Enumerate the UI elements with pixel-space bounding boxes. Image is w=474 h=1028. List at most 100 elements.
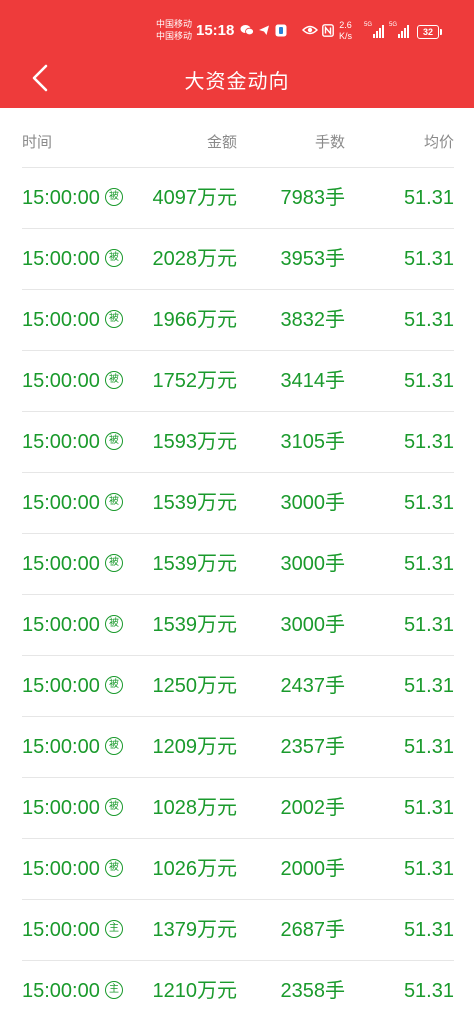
column-header-price: 均价 [423, 133, 454, 151]
table-row[interactable]: 15:00:00 被 1026万元 2000手 51.31 [0, 839, 474, 900]
row-volume: 2437手 [280, 675, 346, 697]
table-row[interactable]: 15:00:00 主 1210万元 2358手 51.31 [0, 961, 474, 1022]
trade-type-badge: 被 [105, 859, 123, 877]
row-price: 51.31 [403, 492, 454, 514]
row-time: 15:00:00 [22, 919, 100, 941]
carrier-2: 中国移动 [156, 32, 193, 42]
row-amount: 1593万元 [152, 431, 238, 453]
table-row[interactable]: 15:00:00 被 1539万元 3000手 51.31 [0, 473, 474, 534]
row-volume: 3000手 [280, 614, 346, 636]
telegram-icon [258, 24, 270, 39]
table-row[interactable]: 15:00:00 被 1539万元 3000手 51.31 [0, 534, 474, 595]
trade-list: 15:00:00 被 4097万元 7983手 51.31 15:00:00 被… [0, 168, 474, 1022]
row-price: 51.31 [403, 919, 454, 941]
trade-type-badge: 被 [105, 310, 123, 328]
trade-type-badge: 被 [105, 493, 123, 511]
row-amount: 1539万元 [152, 553, 238, 575]
table-row[interactable]: 15:00:00 被 1966万元 3832手 51.31 [0, 290, 474, 351]
table-header: 时间 金额 手数 均价 [0, 108, 474, 168]
table-row[interactable]: 15:00:00 被 2028万元 3953手 51.31 [0, 229, 474, 290]
row-time: 15:00:00 [22, 614, 100, 636]
row-time: 15:00:00 [22, 309, 100, 331]
app-header: 大资金动向 [0, 50, 474, 108]
row-price: 51.31 [403, 675, 454, 697]
page-title: 大资金动向 [184, 69, 290, 93]
column-header-amount: 金额 [206, 133, 237, 151]
net-speed-unit: K/s [339, 31, 353, 41]
row-amount: 1250万元 [152, 675, 238, 697]
row-price: 51.31 [403, 553, 454, 575]
row-amount: 1210万元 [152, 980, 238, 1002]
row-time: 15:00:00 [22, 980, 100, 1002]
trade-type-badge: 被 [105, 432, 123, 450]
trade-type-badge: 主 [105, 981, 123, 999]
row-price: 51.31 [403, 858, 454, 880]
row-price: 51.31 [403, 187, 454, 209]
app-icon [275, 24, 287, 40]
row-price: 51.31 [403, 248, 454, 270]
net-speed-value: 2.6 [339, 20, 352, 30]
row-amount: 1966万元 [152, 309, 238, 331]
trade-type-badge: 被 [105, 676, 123, 694]
row-volume: 7983手 [280, 187, 346, 209]
row-amount: 1539万元 [152, 492, 238, 514]
status-time: 15:18 [196, 22, 235, 39]
trade-type-badge: 被 [105, 737, 123, 755]
row-amount: 2028万元 [152, 248, 238, 270]
row-price: 51.31 [403, 431, 454, 453]
row-volume: 2000手 [280, 858, 346, 880]
row-time: 15:00:00 [22, 736, 100, 758]
signal-2-icon: 5G [389, 22, 411, 38]
row-time: 15:00:00 [22, 187, 100, 209]
trade-type-badge: 被 [105, 554, 123, 572]
signal-1-icon: 5G [364, 22, 386, 38]
table-row[interactable]: 15:00:00 被 1752万元 3414手 51.31 [0, 351, 474, 412]
row-time: 15:00:00 [22, 492, 100, 514]
table-row[interactable]: 15:00:00 被 1028万元 2002手 51.31 [0, 778, 474, 839]
table-row[interactable]: 15:00:00 被 1250万元 2437手 51.31 [0, 656, 474, 717]
row-volume: 2358手 [280, 980, 346, 1002]
carrier-1: 中国移动 [156, 20, 193, 30]
row-amount: 1026万元 [152, 858, 238, 880]
row-amount: 1752万元 [152, 370, 238, 392]
row-price: 51.31 [403, 370, 454, 392]
row-volume: 2002手 [280, 797, 346, 819]
row-volume: 3832手 [280, 309, 346, 331]
battery-indicator: 32 [417, 25, 442, 39]
trade-type-badge: 主 [105, 920, 123, 938]
trade-type-badge: 被 [105, 371, 123, 389]
row-price: 51.31 [403, 309, 454, 331]
trade-type-badge: 被 [105, 188, 123, 206]
row-time: 15:00:00 [22, 431, 100, 453]
trade-type-badge: 被 [105, 249, 123, 267]
row-volume: 2687手 [280, 919, 346, 941]
row-amount: 1209万元 [152, 736, 238, 758]
trade-type-badge: 被 [105, 615, 123, 633]
row-time: 15:00:00 [22, 858, 100, 880]
row-volume: 3953手 [280, 248, 346, 270]
carrier-labels: 中国移动 中国移动 [156, 19, 192, 43]
table-row[interactable]: 15:00:00 被 1209万元 2357手 51.31 [0, 717, 474, 778]
table-row[interactable]: 15:00:00 主 1379万元 2687手 51.31 [0, 900, 474, 961]
column-header-time: 时间 [22, 133, 53, 151]
row-amount: 1539万元 [152, 614, 238, 636]
nfc-icon [322, 24, 334, 40]
eye-icon [301, 24, 319, 39]
signal-1-tag: 5G [364, 22, 373, 28]
table-row[interactable]: 15:00:00 被 1593万元 3105手 51.31 [0, 412, 474, 473]
trade-type-badge: 被 [105, 798, 123, 816]
column-header-volume: 手数 [314, 133, 345, 151]
row-amount: 4097万元 [152, 187, 238, 209]
status-bar: 中国移动 中国移动 15:18 2.6 K/s 5G 5G 32 [0, 0, 474, 50]
row-volume: 2357手 [280, 736, 346, 758]
wechat-icon [240, 24, 254, 39]
table-row[interactable]: 15:00:00 被 1539万元 3000手 51.31 [0, 595, 474, 656]
row-time: 15:00:00 [22, 553, 100, 575]
table-row[interactable]: 15:00:00 被 4097万元 7983手 51.31 [0, 168, 474, 229]
row-time: 15:00:00 [22, 797, 100, 819]
net-speed: 2.6 K/s [339, 20, 352, 42]
top-bar: 中国移动 中国移动 15:18 2.6 K/s 5G 5G 32 大资金动向 [0, 0, 474, 108]
row-price: 51.31 [403, 736, 454, 758]
row-price: 51.31 [403, 797, 454, 819]
row-time: 15:00:00 [22, 248, 100, 270]
